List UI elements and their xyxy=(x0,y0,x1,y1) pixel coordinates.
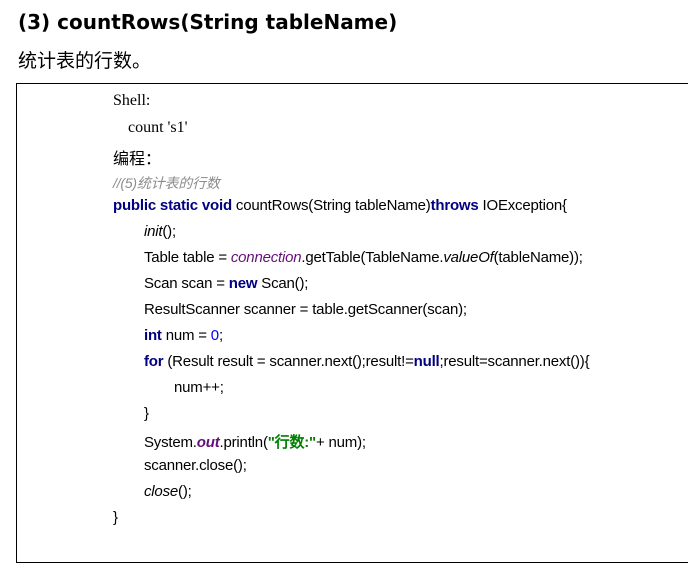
code-line-close-brace: } xyxy=(144,405,149,422)
keyword: public static void xyxy=(113,197,232,214)
keyword: new xyxy=(228,275,258,292)
code-text: + num); xyxy=(315,434,366,451)
code-text: .getTable(TableName. xyxy=(301,249,444,266)
code-box: Shell: count 's1' 编程： //(5)统计表的行数 public… xyxy=(16,83,688,563)
keyword: int xyxy=(144,327,162,344)
field-ref: connection xyxy=(230,249,302,266)
code-line-scanner: ResultScanner scanner = table.getScanner… xyxy=(144,301,467,318)
code-text: ; xyxy=(218,327,223,344)
code-line-table: Table table = connection.getTable(TableN… xyxy=(144,249,583,266)
code-text: Scan scan = xyxy=(144,275,229,292)
keyword: for xyxy=(144,353,164,370)
keyword: throws xyxy=(430,197,479,214)
code-line-init: init(); xyxy=(144,223,176,240)
shell-label: Shell: xyxy=(113,92,151,109)
string-literal: "行数:" xyxy=(267,434,316,451)
code-line-scanner-close: scanner.close(); xyxy=(144,457,247,474)
code-text: (Result result = scanner.next();result!= xyxy=(163,353,414,370)
code-text: System. xyxy=(144,434,197,451)
code-text: Scan(); xyxy=(257,275,309,292)
programming-label: 编程： xyxy=(113,151,162,168)
shell-command: count 's1' xyxy=(128,119,188,136)
code-line-final-brace: } xyxy=(113,509,118,526)
code-line-println: System.out.println("行数:"+ num); xyxy=(144,431,366,452)
code-line-increment: num++; xyxy=(174,379,224,396)
number-literal: 0 xyxy=(210,327,219,344)
code-text: countRows(String tableName) xyxy=(231,197,431,214)
section-heading: (3) countRows(String tableName) xyxy=(18,10,398,34)
method-call: init xyxy=(144,223,163,240)
field-ref: out xyxy=(196,434,220,451)
code-line-for: for (Result result = scanner.next();resu… xyxy=(144,353,590,370)
code-text: num = xyxy=(161,327,211,344)
keyword: null xyxy=(413,353,440,370)
code-text: (tableName)); xyxy=(493,249,583,266)
code-text: ;result=scanner.next()){ xyxy=(439,353,590,370)
code-text: IOException{ xyxy=(478,197,568,214)
code-text: (); xyxy=(162,223,176,240)
method-call: close xyxy=(144,483,179,500)
code-line-close: close(); xyxy=(144,483,192,500)
code-comment: //(5)统计表的行数 xyxy=(113,175,220,191)
code-line-scan: Scan scan = new Scan(); xyxy=(144,275,308,292)
code-line-num: int num = 0; xyxy=(144,327,223,344)
section-intro: 统计表的行数。 xyxy=(18,50,152,72)
code-text: .println( xyxy=(219,434,268,451)
method-call: valueOf xyxy=(443,249,494,266)
code-text: Table table = xyxy=(144,249,231,266)
code-text: (); xyxy=(178,483,192,500)
code-line-signature: public static void countRows(String tabl… xyxy=(113,197,567,214)
